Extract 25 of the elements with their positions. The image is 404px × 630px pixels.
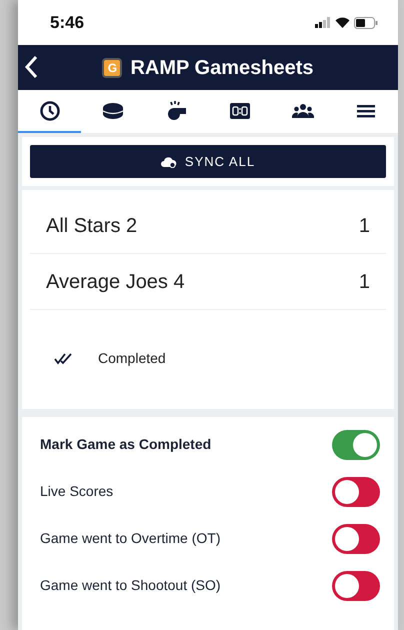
toggle-label: Live Scores <box>40 482 114 501</box>
team-score: 1 <box>358 214 370 238</box>
status-time: 5:46 <box>50 12 84 34</box>
sync-all-button[interactable]: SYNC ALL <box>30 145 386 178</box>
app-title: RAMP Gamesheets <box>130 56 314 80</box>
double-check-icon <box>54 352 74 364</box>
whistle-icon <box>165 100 188 122</box>
toggle-label: Game went to Shootout (SO) <box>40 576 221 595</box>
back-button[interactable] <box>24 55 38 80</box>
team-name: All Stars 2 <box>46 214 138 238</box>
clock-icon <box>38 100 61 122</box>
toggle-switch[interactable] <box>332 570 380 600</box>
status-label: Completed <box>98 349 166 368</box>
toggle-label: Game went to Overtime (OT) <box>40 529 220 548</box>
toggle-switch[interactable] <box>332 430 380 460</box>
wifi-icon <box>335 17 350 28</box>
app-logo: G <box>102 58 122 78</box>
signal-icon <box>315 17 331 28</box>
cloud-sync-icon <box>160 156 177 168</box>
battery-icon <box>354 16 378 28</box>
team-name: Average Joes 4 <box>46 270 185 294</box>
toggle-switch[interactable] <box>332 524 380 554</box>
team-score: 1 <box>358 270 370 294</box>
toggle-switch[interactable] <box>332 476 380 506</box>
toggle-label: Mark Game as Completed <box>40 435 212 454</box>
